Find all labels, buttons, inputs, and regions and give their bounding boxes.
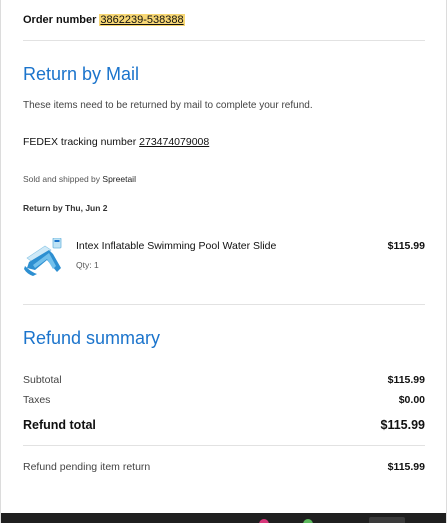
item-quantity: Qty: 1 [76,260,99,270]
app-icon[interactable] [303,519,313,523]
divider [23,445,425,446]
order-number-label: Order number [23,14,97,26]
order-number-link[interactable]: 3862239-538388 [99,14,185,26]
tracking-label: FEDEX tracking number [23,136,137,148]
taskbar-item[interactable] [369,517,405,523]
return-description: These items need to be returned by mail … [23,100,313,111]
return-by-mail-title: Return by Mail [23,64,140,84]
tracking-row: FEDEX tracking number 273474079008 [23,136,209,148]
subtotal-row: Subtotal $115.99 [23,374,425,386]
taxes-row: Taxes $0.00 [23,394,425,406]
taskbar [1,513,446,523]
sold-by-row: Sold and shipped by Spreetail [23,174,136,184]
return-by-date: Return by Thu, Jun 2 [23,203,108,213]
return-item: Intex Inflatable Swimming Pool Water Sli… [23,236,425,280]
refund-pending-label: Refund pending item return [23,461,151,473]
taxes-value: $0.00 [398,394,425,406]
order-number-row: Order number 3862239-538388 [23,14,185,26]
water-slide-icon [24,237,62,276]
taxes-label: Taxes [23,394,51,406]
divider [23,40,425,41]
tracking-number-link[interactable]: 273474079008 [139,136,209,148]
refund-total-label: Refund total [23,418,96,432]
refund-pending-row: Refund pending item return $115.99 [23,461,425,473]
refund-total-value: $115.99 [380,418,426,432]
app-icon[interactable] [259,519,269,523]
sold-by-label: Sold and shipped by [23,174,101,184]
order-details-page: Order number 3862239-538388 Return by Ma… [0,0,447,523]
item-price: $115.99 [387,240,425,252]
refund-pending-value: $115.99 [387,461,425,473]
seller-name: Spreetail [102,174,136,184]
refund-summary-title: Refund summary [23,328,161,348]
water-slide-product-image[interactable] [23,237,67,278]
refund-total-row: Refund total $115.99 [23,418,425,432]
subtotal-label: Subtotal [23,374,62,386]
subtotal-value: $115.99 [387,374,425,386]
divider [23,304,425,305]
item-name[interactable]: Intex Inflatable Swimming Pool Water Sli… [76,240,276,252]
